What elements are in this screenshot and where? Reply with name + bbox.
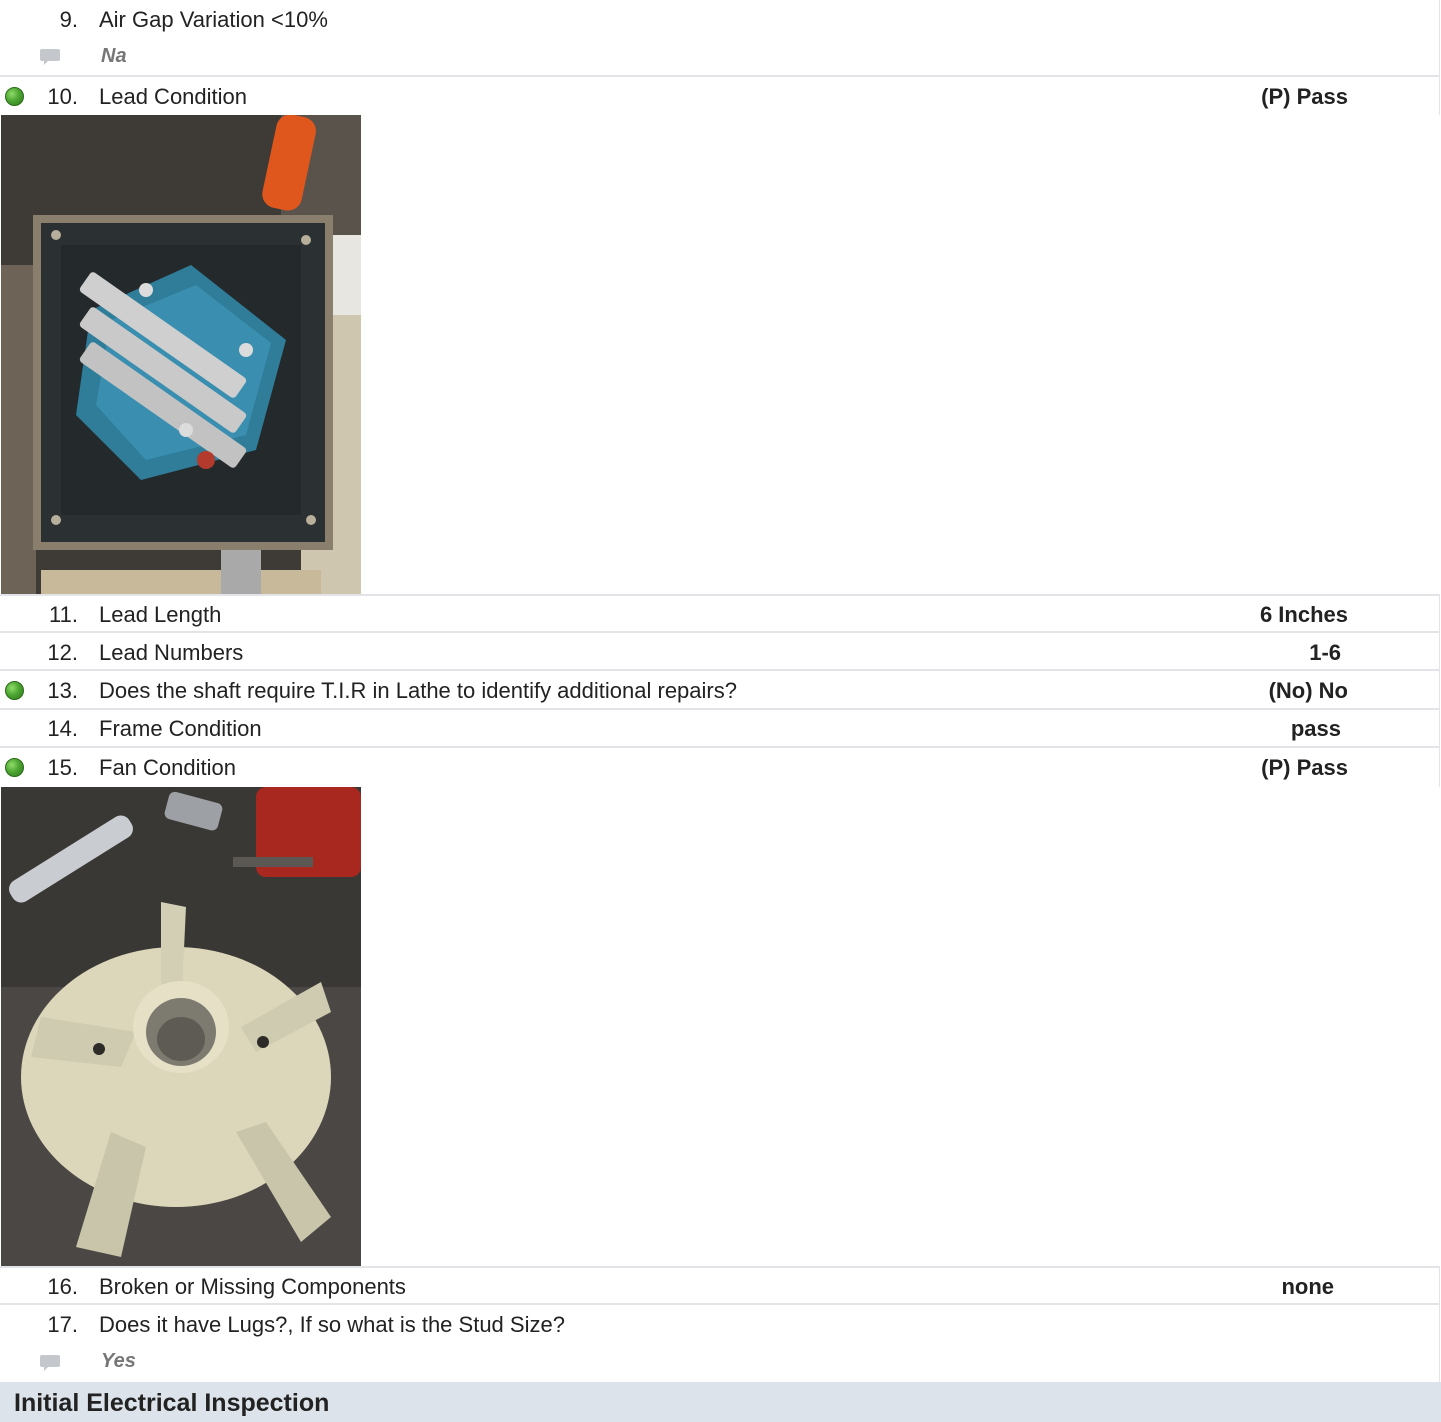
comment-icon (40, 49, 60, 65)
item-number: 17. (47, 1312, 78, 1337)
checklist-row-12: 12. Lead Numbers 1-6 (0, 633, 1440, 671)
terminal-box-image (1, 115, 361, 594)
pass-status-icon (5, 87, 24, 106)
item-label: Frame Condition (99, 716, 262, 741)
item-comment: Na (101, 45, 127, 67)
item-value: (P) Pass (1261, 755, 1348, 780)
item-number: 10. (47, 84, 78, 109)
checklist-row-14: 14. Frame Condition pass (0, 710, 1440, 748)
checklist-row-15: 15. Fan Condition (P) Pass (0, 748, 1440, 787)
item-label: Does it have Lugs?, If so what is the St… (99, 1312, 565, 1337)
item-number: 12. (47, 640, 78, 665)
item-number: 15. (47, 755, 78, 780)
item-number: 9. (59, 7, 78, 32)
checklist-row-16: 16. Broken or Missing Components none (0, 1266, 1440, 1305)
item-label: Fan Condition (99, 755, 236, 780)
item-number: 13. (47, 678, 78, 703)
item-comment: Yes (101, 1350, 136, 1372)
checklist-row-17: 17. Does it have Lugs?, If so what is th… (0, 1305, 1440, 1382)
item-number: 14. (47, 716, 78, 741)
pass-status-icon (5, 681, 24, 700)
item-label: Lead Condition (99, 84, 248, 109)
item-label: Lead Numbers (99, 640, 244, 665)
item-number: 11. (49, 602, 78, 627)
comment-icon (40, 1355, 60, 1371)
checklist-row-13: 13. Does the shaft require T.I.R in Lath… (0, 671, 1440, 710)
checklist-row-11: 11. Lead Length 6 Inches (0, 594, 1440, 633)
fan-image (1, 787, 361, 1266)
section-header: Initial Electrical Inspection (0, 1382, 1441, 1422)
item-value: 1-6 (1309, 640, 1341, 665)
item-value: 6 Inches (1259, 602, 1348, 627)
item-value: (P) Pass (1261, 84, 1348, 109)
pass-status-icon (5, 758, 24, 777)
item-value: (No) No (1268, 678, 1348, 703)
item-number: 16. (47, 1274, 78, 1299)
section-title: Initial Electrical Inspection (14, 1389, 330, 1417)
fan-condition-photo[interactable] (1, 787, 361, 1266)
checklist-row-9: 9. Air Gap Variation <10% Na (0, 0, 1440, 77)
item-label: Broken or Missing Components (99, 1274, 406, 1299)
item-value: pass (1290, 716, 1341, 741)
item-label: Air Gap Variation <10% (99, 7, 328, 32)
item-value: none (1281, 1274, 1334, 1299)
item-label: Lead Length (99, 602, 222, 627)
lead-condition-photo[interactable] (1, 115, 361, 594)
item-label: Does the shaft require T.I.R in Lathe to… (99, 678, 737, 703)
checklist-row-10: 10. Lead Condition (P) Pass (0, 77, 1440, 115)
